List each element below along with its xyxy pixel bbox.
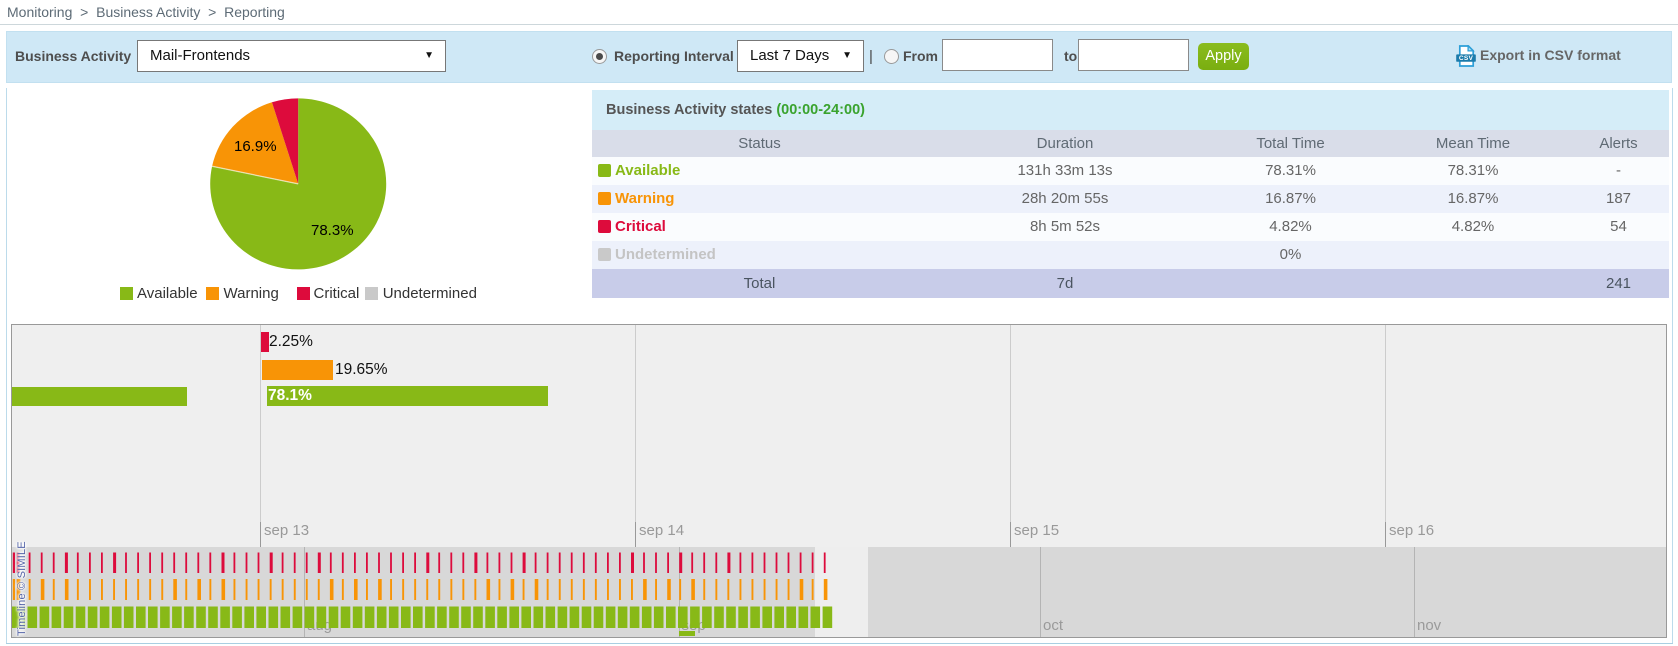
svg-text:CSV: CSV [1459,55,1474,62]
